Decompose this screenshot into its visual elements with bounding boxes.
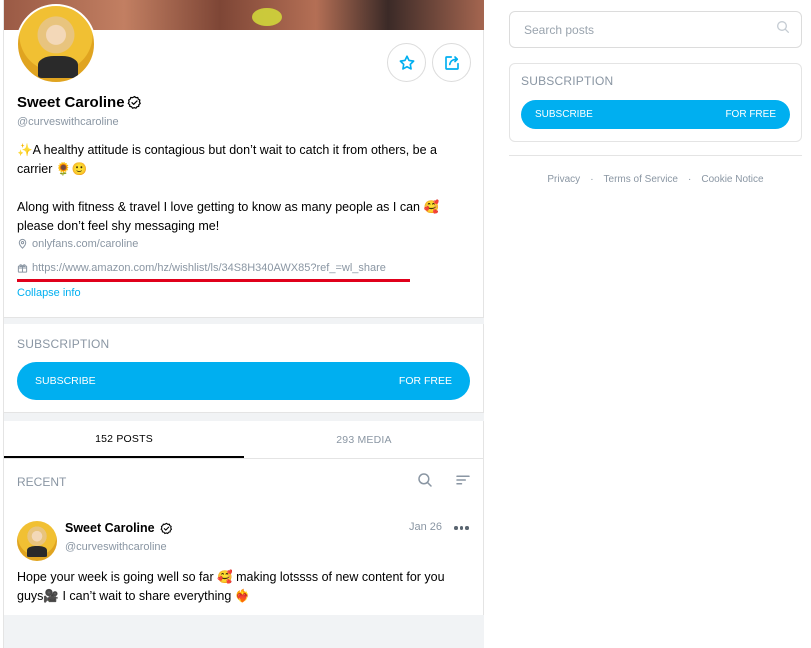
recent-header: RECENT <box>17 472 472 492</box>
profile-handle: @curveswithcaroline <box>17 116 119 128</box>
highlight-underline <box>17 279 410 282</box>
tab-posts[interactable]: 152 POSTS <box>4 421 244 458</box>
post-media-area <box>4 615 484 648</box>
tab-media[interactable]: 293 MEDIA <box>244 421 484 458</box>
sidebar-subscription-title: SUBSCRIPTION <box>521 74 614 88</box>
sort-icon[interactable] <box>454 471 472 494</box>
search-input[interactable] <box>522 21 775 38</box>
post-author-row[interactable]: Sweet Caroline <box>65 521 173 535</box>
location-pin-icon <box>17 238 28 250</box>
post-avatar[interactable] <box>17 521 57 561</box>
share-icon <box>444 55 459 70</box>
sidebar-subscribe-price: FOR FREE <box>725 109 776 120</box>
wishlist-link[interactable]: https://www.amazon.com/hz/wishlist/ls/34… <box>32 262 386 274</box>
footer-link-cookies[interactable]: Cookie Notice <box>701 174 763 185</box>
gift-icon <box>17 262 28 274</box>
favorite-button[interactable] <box>387 43 426 82</box>
profile-column: Sweet Caroline @curveswithcaroline ✨A he… <box>3 0 484 648</box>
search-icon[interactable] <box>416 471 434 494</box>
post-text: Hope your week is going well so far 🥰 ma… <box>17 570 445 603</box>
footer-link-terms[interactable]: Terms of Service <box>604 174 678 185</box>
profile-bio: ✨A healthy attitude is contagious but do… <box>17 141 472 236</box>
more-options-icon[interactable] <box>454 526 469 530</box>
footer-link-privacy[interactable]: Privacy <box>547 174 580 185</box>
sidebar-subscribe-button[interactable]: SUBSCRIBE FOR FREE <box>521 100 790 129</box>
sidebar-subscribe-label: SUBSCRIBE <box>535 109 593 120</box>
location-link-row[interactable]: onlyfans.com/caroline <box>17 238 138 250</box>
profile-name: Sweet Caroline <box>17 94 125 111</box>
footer-links: Privacy · Terms of Service · Cookie Noti… <box>547 174 764 185</box>
collapse-info-link[interactable]: Collapse info <box>17 287 81 299</box>
verified-badge-icon <box>127 95 142 110</box>
section-divider <box>4 412 484 421</box>
bio-paragraph: Along with fitness & travel I love getti… <box>17 200 440 233</box>
search-posts-field[interactable] <box>509 11 802 48</box>
location-link[interactable]: onlyfans.com/caroline <box>32 238 138 250</box>
subscribe-button[interactable]: SUBSCRIBE FOR FREE <box>17 362 470 400</box>
wishlist-link-row[interactable]: https://www.amazon.com/hz/wishlist/ls/34… <box>17 262 386 274</box>
subscription-title: SUBSCRIPTION <box>17 337 110 351</box>
profile-avatar[interactable] <box>16 4 96 84</box>
sidebar-divider <box>509 155 802 156</box>
share-button[interactable] <box>432 43 471 82</box>
bio-paragraph: ✨A healthy attitude is contagious but do… <box>17 143 437 176</box>
profile-tabs: 152 POSTS 293 MEDIA <box>4 421 484 459</box>
recent-label: RECENT <box>17 475 67 489</box>
star-icon <box>399 54 414 70</box>
verified-badge-icon <box>160 522 173 535</box>
profile-name-row: Sweet Caroline <box>17 94 142 111</box>
post-date: Jan 26 <box>409 521 443 533</box>
search-icon[interactable] <box>775 19 791 40</box>
subscribe-label: SUBSCRIBE <box>35 375 96 387</box>
post-handle[interactable]: @curveswithcaroline <box>65 541 167 553</box>
post-author[interactable]: Sweet Caroline <box>65 521 155 535</box>
section-divider <box>4 317 484 324</box>
subscribe-price: FOR FREE <box>398 375 452 387</box>
sidebar-subscription-card: SUBSCRIPTION SUBSCRIBE FOR FREE <box>509 63 802 142</box>
